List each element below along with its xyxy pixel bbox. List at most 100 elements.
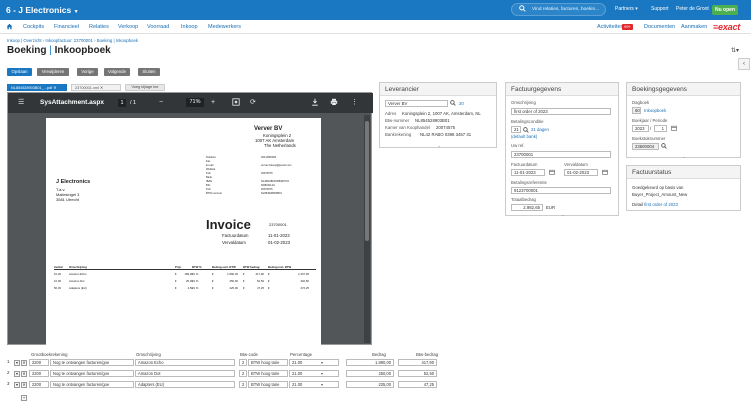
search-icon[interactable] (450, 100, 456, 108)
partners-menu[interactable]: Partners ▾ (615, 6, 638, 12)
gb-code-input[interactable]: 2200 (29, 359, 49, 366)
btw-name-field[interactable]: BTW hoog tarie (248, 370, 288, 377)
vervaldatum-input[interactable]: 01-02-2023 (564, 169, 598, 176)
invoice-table-cell: 21 % (192, 286, 199, 290)
btw-amount-input[interactable]: 52,50 (398, 370, 437, 377)
search-input[interactable]: Vind relaties, facturen, boekin... (532, 7, 599, 12)
amount-input[interactable]: 225,00 (346, 381, 394, 388)
panel-resize-handle[interactable]: ⌄ (679, 155, 689, 159)
periode-input[interactable]: 1 (654, 125, 667, 132)
save-button[interactable]: Opslaan (7, 68, 32, 76)
nav-cockpits[interactable]: Cockpits (23, 24, 44, 30)
rotate-icon[interactable]: ⟳ (250, 98, 256, 107)
supplier-code-link[interactable]: 20 (459, 101, 464, 106)
calendar-icon[interactable] (671, 125, 677, 133)
user-menu[interactable]: Peter de Groot (676, 6, 709, 12)
breadcrumb[interactable]: Inkoop | Overzicht › Inkoopfactuur: 2370… (7, 38, 138, 43)
detail-link[interactable]: first order of 2023 (644, 202, 678, 207)
gb-code-input[interactable]: 2200 (29, 381, 49, 388)
default-bank-link[interactable]: (default bank) (511, 134, 537, 139)
btw-code-input[interactable]: 2 (239, 370, 247, 377)
boekjaar-input[interactable]: 2023 (632, 125, 649, 132)
sort-options-icon[interactable]: ⇅▾ (731, 47, 739, 54)
calendar-icon[interactable] (549, 169, 555, 177)
dagboek-link[interactable]: Inkoopboek (644, 108, 666, 113)
menu-icon[interactable]: ☰ (18, 98, 24, 107)
gb-name-field[interactable]: Nog te ontvangen facturen/goe (50, 381, 134, 388)
omschrijving-input[interactable]: first order of 2023 (511, 108, 611, 115)
description-input[interactable]: Amazon Echo (135, 359, 235, 366)
dagboek-code-input[interactable]: 60 (632, 107, 641, 114)
delete-button[interactable]: Verwijderen (37, 68, 69, 76)
amount-input[interactable]: 1.890,00 (346, 359, 394, 366)
aanmaken-link[interactable]: Aanmaken (681, 24, 707, 30)
tab-pdf-attachment[interactable]: NL854528903B01_...pdf ✕ (7, 84, 67, 91)
pdf-scrollbar-thumb[interactable] (365, 121, 369, 241)
panel-resize-handle[interactable]: ⌄ (558, 213, 568, 217)
nav-financieel[interactable]: Financieel (54, 24, 79, 30)
activiteiten-link[interactable]: Activiteiten (597, 24, 624, 30)
print-icon[interactable] (330, 98, 338, 109)
row-menu-button[interactable]: ▾ (14, 359, 20, 366)
btw-name-field[interactable]: BTW hoog tarie (248, 359, 288, 366)
nav-inkoop[interactable]: Inkoop (181, 24, 198, 30)
search-icon[interactable] (661, 143, 667, 151)
page-number-input[interactable]: 1 (118, 98, 126, 107)
row-menu-button[interactable]: ▾ (14, 370, 20, 377)
company-selector[interactable]: 6 - J Electronics ▼ (6, 5, 79, 15)
percentage-select[interactable]: 21.00 (289, 381, 339, 388)
btw-amount-input[interactable]: 417,90 (398, 359, 437, 366)
gb-name-field[interactable]: Nog te ontvangen facturen/goe (50, 359, 134, 366)
row-delete-button[interactable]: ✕ (21, 370, 27, 377)
supplier-input[interactable]: Verver BV (385, 100, 448, 107)
gb-name-field[interactable]: Nog te ontvangen facturen/goe (50, 370, 134, 377)
btw-amount-input[interactable]: 47,25 (398, 381, 437, 388)
btw-code-input[interactable]: 2 (239, 381, 247, 388)
panel-resize-handle[interactable]: ⌄ (434, 144, 444, 148)
invoice-vervaldatum: 01-02-2023 (268, 240, 290, 245)
gb-code-input[interactable]: 2200 (29, 370, 49, 377)
description-input[interactable]: Adapters (EU) (135, 381, 235, 388)
tab-xml-attachment[interactable]: 23700001.xml ✕ (71, 84, 121, 91)
contact-value: 20074575 (261, 188, 273, 191)
zoom-level[interactable]: 71% (186, 98, 204, 107)
btw-name-field[interactable]: BTW hoog tarie (248, 381, 288, 388)
betalingsreferentie-input[interactable]: 9123700001 (511, 187, 611, 194)
support-link[interactable]: Support (651, 6, 669, 12)
zoom-out-icon[interactable]: − (159, 98, 163, 107)
zoom-in-icon[interactable]: + (211, 98, 215, 107)
calendar-icon[interactable] (602, 169, 608, 177)
documenten-link[interactable]: Documenten (644, 24, 675, 30)
description-input[interactable]: Amazon Dot (135, 370, 235, 377)
download-icon[interactable] (311, 98, 319, 109)
uw-ref-input[interactable]: 23700001 (511, 151, 611, 158)
add-attachment-button[interactable]: Voeg bijlage toe (125, 84, 165, 91)
percentage-select[interactable]: 21.00 (289, 370, 339, 377)
betalingsconditie-code-input[interactable]: 21 (511, 126, 521, 133)
fit-page-icon[interactable] (232, 98, 240, 109)
more-options-icon[interactable]: ⋮ (351, 98, 358, 107)
nav-voorraad[interactable]: Voorraad (147, 24, 169, 30)
row-delete-button[interactable]: ✕ (21, 359, 27, 366)
nav-medewerkers[interactable]: Medewerkers (208, 24, 241, 30)
boekstuk-input[interactable]: 23600004 (632, 143, 659, 150)
row-delete-button[interactable]: ✕ (21, 381, 27, 388)
amount-input[interactable]: 250,00 (346, 370, 394, 377)
factuurdatum-input[interactable]: 11-01-2023 (511, 169, 545, 176)
nav-relaties[interactable]: Relaties (89, 24, 109, 30)
previous-button[interactable]: Vorige (77, 68, 98, 76)
close-button[interactable]: Sluiten (138, 68, 160, 76)
btw-code-input[interactable]: 2 (239, 359, 247, 366)
nu-open-button[interactable]: Nu open (712, 5, 738, 15)
global-search[interactable]: Vind relaties, facturen, boekin... (511, 3, 606, 16)
row-menu-button[interactable]: ▾ (14, 381, 20, 388)
add-row-button[interactable]: + (21, 395, 27, 401)
percentage-select[interactable]: 21.00 (289, 359, 339, 366)
totaalbedrag-input[interactable]: 2.982,65 (511, 204, 543, 211)
next-button[interactable]: Volgende (104, 68, 130, 76)
collapse-panel-icon[interactable]: ‹ (738, 58, 750, 70)
betalingsconditie-link[interactable]: 21 dagen (531, 127, 549, 132)
home-icon[interactable] (6, 23, 13, 32)
pdf-scrollbar[interactable] (364, 115, 370, 343)
nav-verkoop[interactable]: Verkoop (118, 24, 138, 30)
